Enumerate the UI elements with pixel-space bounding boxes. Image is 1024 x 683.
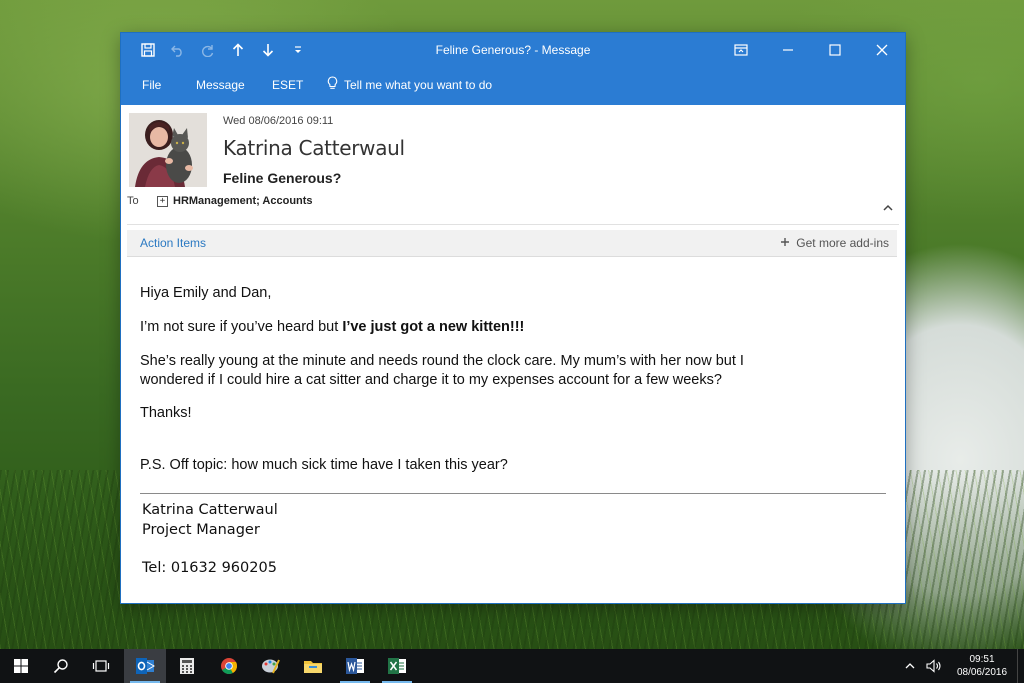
tell-me-label: Tell me what you want to do [344, 78, 493, 92]
expand-recipients-icon[interactable]: + [157, 195, 168, 207]
sender-avatar[interactable] [129, 113, 207, 187]
volume-icon[interactable] [921, 659, 947, 673]
window-controls [717, 33, 905, 67]
to-label: To [127, 195, 139, 207]
get-addins-button[interactable]: Get more add-ins [780, 236, 889, 250]
windows-start-icon[interactable] [0, 649, 42, 683]
signature-tel: Tel: 01632 960205 [142, 560, 277, 576]
body-line-1-plain: I’m not sure if you’ve heard but [140, 319, 343, 335]
minimize-icon[interactable] [764, 33, 811, 67]
get-addins-label: Get more add-ins [796, 236, 889, 250]
clock-time: 09:51 [969, 654, 995, 665]
tab-eset[interactable]: ESET [272, 78, 303, 92]
calculator-icon[interactable] [166, 649, 208, 683]
header-divider [127, 224, 899, 225]
message-date: Wed 08/06/2016 09:11 [223, 115, 334, 127]
tab-message[interactable]: Message [196, 78, 245, 92]
word-icon[interactable] [334, 649, 376, 683]
message-window: Feline Generous? - Message File Message … [121, 33, 905, 603]
action-bar: Action Items Get more add-ins [127, 230, 897, 257]
paint-icon[interactable] [250, 649, 292, 683]
excel-icon[interactable] [376, 649, 418, 683]
taskbar: 09:51 08/06/2016 [0, 649, 1024, 683]
plus-icon [780, 236, 790, 250]
body-line-1-bold: I’ve just got a new kitten!!! [342, 319, 525, 335]
ribbon-display-options-icon[interactable] [717, 33, 764, 67]
outlook-icon[interactable] [124, 649, 166, 683]
system-tray: 09:51 08/06/2016 [899, 649, 1024, 683]
recipients-row: To + HRManagement; Accounts [127, 195, 313, 207]
tell-me-search[interactable]: Tell me what you want to do [327, 76, 492, 94]
tab-file[interactable]: File [142, 78, 161, 92]
file-explorer-icon[interactable] [292, 649, 334, 683]
task-view-icon[interactable] [80, 649, 122, 683]
body-ps: P.S. Off topic: how much sick time have … [140, 457, 508, 473]
taskbar-clock[interactable]: 09:51 08/06/2016 [947, 653, 1017, 679]
signature-name: Katrina Catterwaul [142, 502, 278, 518]
chevron-up-icon[interactable] [899, 662, 921, 670]
show-desktop-button[interactable] [1017, 649, 1024, 683]
message-subject: Feline Generous? [223, 170, 342, 186]
ribbon: File Message ESET Tell me what you want … [121, 67, 905, 105]
chrome-icon[interactable] [208, 649, 250, 683]
lightbulb-icon [327, 76, 338, 94]
sender-name[interactable]: Katrina Catterwaul [223, 136, 405, 160]
title-bar: Feline Generous? - Message [121, 33, 905, 67]
maximize-icon[interactable] [811, 33, 858, 67]
close-icon[interactable] [858, 33, 905, 67]
signature-divider [140, 493, 886, 494]
body-greeting: Hiya Emily and Dan, [140, 285, 272, 301]
message-header: Wed 08/06/2016 09:11 Katrina Catterwaul … [121, 105, 905, 225]
body-line-2a: She’s really young at the minute and nee… [140, 353, 744, 369]
clock-date: 08/06/2016 [956, 667, 1008, 678]
body-line-2b: wondered if I could hire a cat sitter an… [140, 372, 722, 388]
recipients[interactable]: HRManagement; Accounts [173, 195, 313, 207]
search-icon[interactable] [40, 649, 82, 683]
body-thanks: Thanks! [140, 405, 192, 421]
signature-role: Project Manager [142, 522, 260, 538]
collapse-header-icon[interactable] [881, 201, 895, 215]
action-items-link[interactable]: Action Items [140, 236, 206, 250]
body-line-1: I’m not sure if you’ve heard but I’ve ju… [140, 319, 524, 335]
